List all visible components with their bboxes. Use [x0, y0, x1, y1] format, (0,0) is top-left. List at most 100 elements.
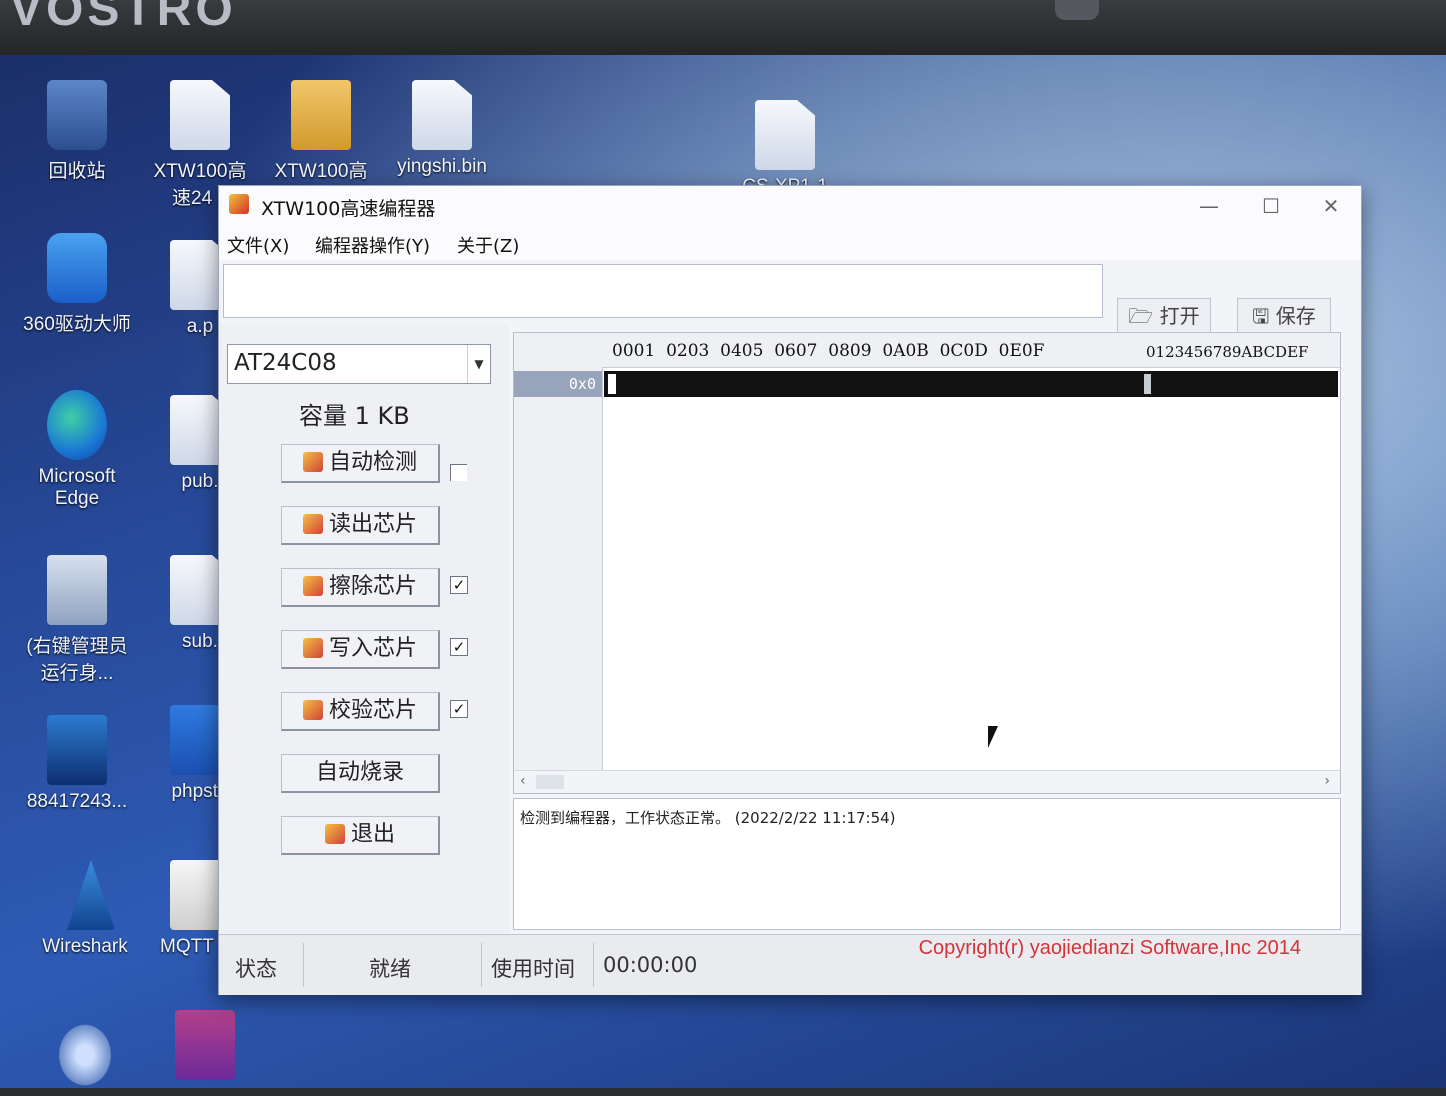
chip-capacity: 容量 1 KB — [299, 402, 410, 430]
app-icon — [229, 194, 249, 214]
write-icon — [302, 638, 323, 658]
save-icon: 🖫 — [1252, 304, 1270, 328]
desktop-icon-winrar[interactable] — [150, 1010, 260, 1086]
scroll-right-icon[interactable]: › — [1324, 773, 1330, 789]
log-message: 检测到编程器，工作状态正常。 (2022/2/22 11:17:54) — [520, 809, 896, 827]
erase-icon — [302, 576, 323, 596]
desktop-icon-label: Microsoft Edge — [38, 466, 116, 509]
scrollbar-thumb[interactable] — [536, 775, 564, 789]
log-panel: 检测到编程器，工作状态正常。 (2022/2/22 11:17:54) — [513, 798, 1341, 930]
scroll-left-icon[interactable]: ‹ — [520, 773, 526, 789]
read-chip-button[interactable]: 读出芯片 — [281, 506, 440, 545]
file-icon — [170, 80, 230, 150]
desktop-icon-wireshark[interactable]: Wireshark — [30, 860, 140, 958]
desktop-icon-cs-xp1[interactable]: CS-XP1-1 — [730, 100, 840, 198]
chip-model-value: AT24C08 — [234, 350, 337, 376]
chevron-down-icon[interactable]: ▼ — [467, 345, 490, 383]
desktop-icon-eye[interactable] — [30, 1020, 140, 1096]
auto-detect-button[interactable]: 自动检测 — [281, 444, 440, 483]
ascii-offsets: 0123456789ABCDEF — [1146, 343, 1309, 361]
erase-checkbox[interactable]: ✓ — [450, 576, 468, 594]
menu-about[interactable]: 关于(Z) — [457, 232, 519, 258]
read-icon — [302, 514, 323, 534]
desktop-icon-label: 360驱动大师 — [23, 314, 131, 335]
file-icon — [412, 80, 472, 150]
exit-label: 退出 — [350, 822, 395, 847]
copyright-notice: Copyright(r) yaojiedianzi Software,Inc 2… — [918, 937, 1301, 959]
webcam — [1055, 0, 1099, 20]
chip-model-select[interactable]: AT24C08 ▼ — [227, 344, 491, 384]
verify-chip-button[interactable]: 校验芯片 — [281, 692, 440, 731]
desktop-icon-photo[interactable]: 88417243... — [22, 715, 132, 813]
auto-detect-checkbox[interactable] — [450, 464, 467, 481]
wireshark-icon — [67, 860, 115, 930]
address-cell[interactable]: 0x0 — [514, 371, 602, 397]
operations-panel: AT24C08 ▼ 容量 1 KB 自动检测 读出芯片 擦除芯片 ✓ 写入芯片 … — [219, 324, 509, 934]
auto-burn-button[interactable]: 自动烧录 — [281, 754, 440, 793]
write-chip-label: 写入芯片 — [328, 636, 417, 661]
hex-data-row[interactable] — [604, 371, 1338, 397]
menu-programmer-ops[interactable]: 编程器操作(Y) — [315, 232, 430, 258]
window-title: XTW100高速编程器 — [261, 198, 436, 220]
folder-icon — [291, 80, 351, 150]
usage-time-label: 使用时间 — [491, 957, 575, 981]
read-chip-label: 读出芯片 — [328, 512, 417, 537]
hex-offsets: 0001 0203 0405 0607 0809 0A0B 0C0D 0E0F — [612, 341, 1045, 361]
desktop-icon-recycle-bin[interactable]: 回收站 — [22, 80, 132, 183]
maximize-button[interactable]: ☐ — [1249, 192, 1293, 220]
desktop-icon-label: Wireshark — [42, 936, 128, 957]
desktop-icon-edge[interactable]: Microsoft Edge — [22, 390, 132, 510]
close-button[interactable]: ✕ — [1309, 192, 1353, 220]
desktop-icon-label: sub. — [182, 631, 218, 652]
write-checkbox[interactable]: ✓ — [450, 638, 468, 656]
file-path-field[interactable] — [223, 264, 1103, 318]
hex-editor[interactable]: 0001 0203 0405 0607 0809 0A0B 0C0D 0E0F … — [513, 332, 1341, 794]
status-bar: 状态 就绪 使用时间 00:00:00 Copyright(r) yaojied… — [219, 934, 1361, 995]
status-divider — [303, 943, 304, 987]
save-button-label: 保存 — [1275, 304, 1316, 328]
horizontal-scrollbar[interactable]: ‹ › — [514, 770, 1340, 793]
open-button-label: 打开 — [1159, 304, 1200, 328]
auto-detect-label: 自动检测 — [328, 450, 417, 475]
erase-chip-label: 擦除芯片 — [328, 574, 417, 599]
save-button[interactable]: 🖫 保存 — [1237, 298, 1331, 334]
menu-bar: 文件(X) 编程器操作(Y) 关于(Z) — [219, 226, 1361, 260]
verify-icon — [302, 700, 323, 720]
winrar-icon — [175, 1010, 235, 1080]
gear-icon — [47, 555, 107, 625]
status-value: 就绪 — [369, 957, 411, 981]
status-label: 状态 — [235, 957, 277, 981]
erase-chip-button[interactable]: 擦除芯片 — [281, 568, 440, 607]
recycle-bin-icon — [47, 80, 107, 150]
eye-icon — [55, 1020, 115, 1090]
write-chip-button[interactable]: 写入芯片 — [281, 630, 440, 669]
title-bar[interactable]: XTW100高速编程器 — ☐ ✕ — [219, 186, 1361, 226]
exit-button[interactable]: 退出 — [281, 816, 440, 855]
desktop-icon-xtw100-folder[interactable]: XTW100高 — [266, 80, 376, 183]
hex-column-header: 0001 0203 0405 0607 0809 0A0B 0C0D 0E0F … — [514, 333, 1340, 368]
desktop-icon-360-driver[interactable]: 360驱动大师 — [22, 233, 132, 336]
folder-open-icon: 🗁 — [1128, 304, 1154, 328]
ascii-caret — [1144, 374, 1151, 394]
edge-icon — [47, 390, 107, 460]
hex-caret — [608, 374, 616, 394]
desktop-icon-label: 回收站 — [48, 161, 106, 182]
desktop-icon-label: 88417243... — [26, 791, 128, 812]
desktop-icon-yingshi-bin[interactable]: yingshi.bin — [387, 80, 497, 178]
usage-time-value: 00:00:00 — [603, 953, 698, 977]
menu-file[interactable]: 文件(X) — [227, 232, 289, 258]
address-column: 0x0 — [514, 367, 603, 793]
image-file-icon — [47, 715, 107, 785]
desktop-icon-label: XTW100高 — [274, 161, 368, 182]
mouse-cursor-icon — [988, 726, 998, 748]
desktop-icon-label: (右键管理员运行身... — [26, 636, 128, 684]
open-button[interactable]: 🗁 打开 — [1117, 298, 1211, 334]
programmer-window: XTW100高速编程器 — ☐ ✕ 文件(X) 编程器操作(Y) 关于(Z) 🗁… — [218, 185, 1362, 995]
verify-checkbox[interactable]: ✓ — [450, 700, 468, 718]
desktop-icon-label: pub. — [181, 471, 219, 492]
status-divider — [593, 943, 594, 987]
desktop-icon-label: a.p — [186, 316, 214, 337]
file-icon — [755, 100, 815, 170]
desktop-icon-admin-tool[interactable]: (右键管理员运行身... — [22, 555, 132, 685]
minimize-button[interactable]: — — [1187, 192, 1231, 220]
